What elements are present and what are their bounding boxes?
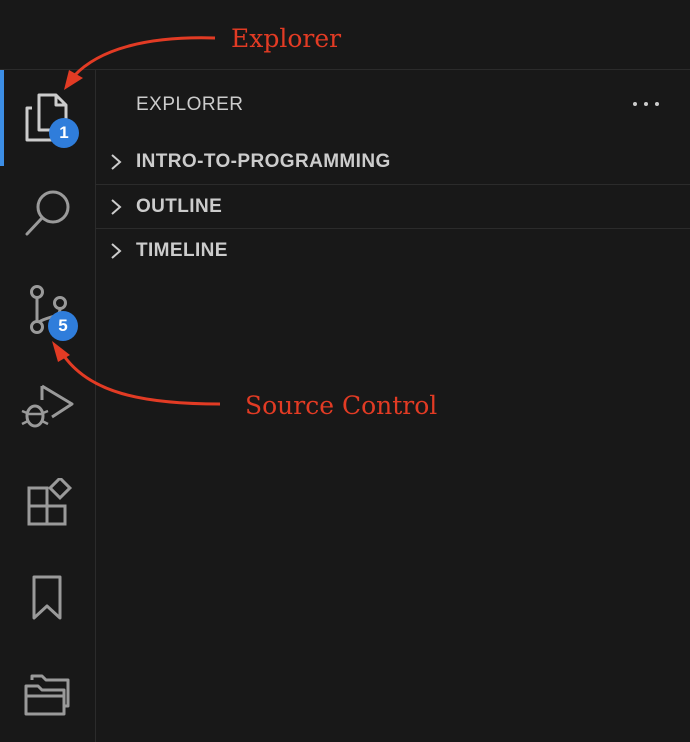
section-label: TIMELINE: [136, 240, 228, 261]
section-label: OUTLINE: [136, 196, 223, 217]
chevron-right-icon: [111, 243, 122, 259]
explorer-annotation: Explorer: [231, 24, 342, 53]
activity-extensions[interactable]: [0, 454, 95, 550]
search-icon: [25, 190, 70, 236]
activity-bookmarks[interactable]: [0, 550, 95, 646]
activity-run-and-debug[interactable]: [0, 358, 95, 454]
folders-icon: [24, 674, 70, 716]
activity-explorer[interactable]: 1: [0, 70, 95, 166]
source-control-annotation: Source Control: [245, 391, 438, 420]
activity-search[interactable]: [0, 166, 95, 262]
chevron-right-icon: [111, 154, 122, 170]
extensions-icon: [27, 478, 73, 526]
source-control-badge: 5: [48, 311, 78, 341]
explorer-badge: 1: [49, 118, 79, 148]
more-actions-icon[interactable]: [632, 96, 660, 112]
title-bar: [0, 0, 690, 70]
activity-bar: 1 5: [0, 70, 96, 742]
chevron-right-icon: [111, 199, 122, 215]
bookmark-icon: [32, 575, 62, 620]
section-outline[interactable]: OUTLINE: [96, 184, 690, 229]
activity-project-manager[interactable]: [0, 646, 95, 742]
sidebar-title: EXPLORER: [136, 94, 244, 115]
section-label: INTRO-TO-PROGRAMMING: [136, 151, 391, 172]
activity-source-control[interactable]: 5: [0, 262, 95, 358]
section-intro-to-programming[interactable]: INTRO-TO-PROGRAMMING: [96, 140, 690, 184]
section-timeline[interactable]: TIMELINE: [96, 228, 690, 273]
run-debug-icon: [21, 384, 74, 428]
